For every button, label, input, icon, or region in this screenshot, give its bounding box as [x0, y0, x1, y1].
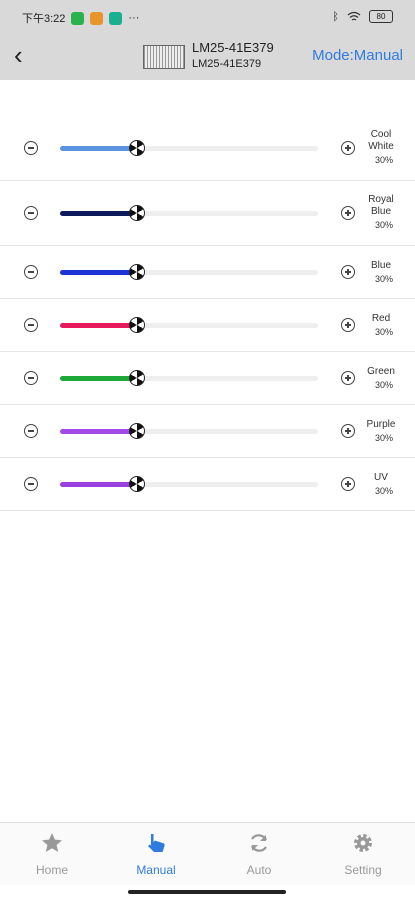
brightness-slider[interactable] — [60, 140, 318, 156]
star-icon — [42, 833, 62, 852]
battery-icon: 80 — [369, 10, 393, 23]
decrease-icon[interactable] — [24, 424, 38, 438]
decrease-icon[interactable] — [24, 265, 38, 279]
mode-button[interactable]: Mode:Manual — [312, 47, 403, 64]
slider-fill — [60, 482, 138, 487]
status-left: 下午3:22 ··· — [22, 10, 139, 26]
tab-setting[interactable]: Setting — [311, 823, 415, 885]
device-image — [143, 45, 185, 69]
decrease-icon[interactable] — [24, 371, 38, 385]
channel-name: Royal Blue — [356, 194, 406, 218]
increase-icon[interactable] — [341, 206, 355, 220]
channel-row: Purple 30% — [0, 405, 415, 458]
channel-row: Blue 30% — [0, 246, 415, 299]
channel-row: Royal Blue 30% — [0, 181, 415, 246]
channel-name-line2: White — [368, 141, 394, 152]
slider-fill — [60, 376, 138, 381]
channel-name-line2: Blue — [370, 206, 391, 217]
slider-thumb[interactable] — [129, 423, 146, 439]
channel-row: Red 30% — [0, 299, 415, 352]
channel-name-line1: Purple — [366, 419, 396, 430]
wechat-icon — [71, 11, 85, 25]
status-bar: 下午3:22 ··· ᛒ 80 — [0, 0, 415, 34]
increase-icon[interactable] — [341, 477, 355, 491]
refresh-icon — [251, 834, 267, 852]
tab-manual[interactable]: Manual — [104, 823, 208, 885]
slider-fill — [60, 323, 138, 328]
channel-percent: 30% — [374, 486, 393, 496]
channel-row: UV 30% — [0, 458, 415, 511]
hand-pointer-icon — [148, 834, 165, 852]
decrease-icon[interactable] — [24, 141, 38, 155]
slider-fill — [60, 146, 138, 151]
channel-percent: 30% — [374, 274, 393, 284]
channel-name: Cool White — [356, 129, 406, 153]
channel-name-line1: Blue — [370, 260, 391, 271]
channel-name: Blue — [356, 260, 406, 272]
device-name: LM25-41E379 — [192, 40, 274, 55]
tab-manual-label: Manual — [136, 863, 176, 877]
channel-percent: 30% — [374, 433, 393, 443]
slider-thumb[interactable] — [129, 370, 146, 386]
increase-icon[interactable] — [341, 141, 355, 155]
channel-list: Cool White 30% Royal Blue 30% Blue 30% Red 30% Gre… — [0, 116, 415, 511]
channel-name-line1: Royal — [368, 194, 394, 205]
channel-percent: 30% — [374, 155, 393, 165]
app-icon — [90, 11, 104, 25]
tab-auto[interactable]: Auto — [207, 823, 311, 885]
tab-auto-label: Auto — [246, 863, 272, 877]
bottom-nav: Home Manual Auto Setting — [0, 822, 415, 885]
slider-thumb[interactable] — [129, 317, 146, 333]
tab-home[interactable]: Home — [0, 823, 104, 885]
wifi-icon — [347, 11, 361, 21]
brightness-slider[interactable] — [60, 423, 318, 439]
channel-name: Red — [356, 313, 406, 325]
brightness-slider[interactable] — [60, 264, 318, 280]
channel-name: Purple — [356, 419, 406, 431]
status-right: ᛒ 80 — [332, 10, 393, 23]
home-indicator — [128, 890, 286, 894]
channel-name: UV — [356, 472, 406, 484]
slider-fill — [60, 429, 138, 434]
bluetooth-icon: ᛒ — [332, 10, 339, 23]
app-header: ‹ LM25-41E379 LM25-41E379 Mode:Manual — [0, 34, 415, 80]
channel-name-line1: UV — [374, 472, 388, 483]
shield-app-icon — [109, 11, 123, 25]
channel-row: Green 30% — [0, 352, 415, 405]
slider-fill — [60, 211, 138, 216]
slider-thumb[interactable] — [129, 205, 146, 221]
increase-icon[interactable] — [341, 424, 355, 438]
channel-percent: 30% — [374, 327, 393, 337]
channel-name-line1: Cool — [370, 129, 392, 140]
slider-thumb[interactable] — [129, 140, 146, 156]
brightness-slider[interactable] — [60, 476, 318, 492]
tab-home-label: Home — [35, 863, 68, 877]
device-id: LM25-41E379 — [192, 58, 262, 70]
increase-icon[interactable] — [341, 371, 355, 385]
slider-fill — [60, 270, 138, 275]
channel-percent: 30% — [374, 380, 393, 390]
tab-setting-label: Setting — [344, 863, 382, 877]
slider-thumb[interactable] — [129, 264, 146, 280]
channel-percent: 30% — [374, 220, 393, 230]
gear-icon — [354, 834, 372, 852]
channel-row: Cool White 30% — [0, 116, 415, 181]
decrease-icon[interactable] — [24, 206, 38, 220]
increase-icon[interactable] — [341, 265, 355, 279]
slider-thumb[interactable] — [129, 476, 146, 492]
increase-icon[interactable] — [341, 318, 355, 332]
channel-name: Green — [356, 366, 406, 378]
more-notifications: ··· — [128, 12, 140, 24]
channel-name-line1: Green — [367, 366, 395, 377]
decrease-icon[interactable] — [24, 477, 38, 491]
brightness-slider[interactable] — [60, 370, 318, 386]
channel-name-line1: Red — [371, 313, 391, 324]
decrease-icon[interactable] — [24, 318, 38, 332]
brightness-slider[interactable] — [60, 205, 318, 221]
clock: 下午3:22 — [22, 13, 66, 25]
back-arrow-icon[interactable]: ‹ — [14, 42, 23, 68]
brightness-slider[interactable] — [60, 317, 318, 333]
